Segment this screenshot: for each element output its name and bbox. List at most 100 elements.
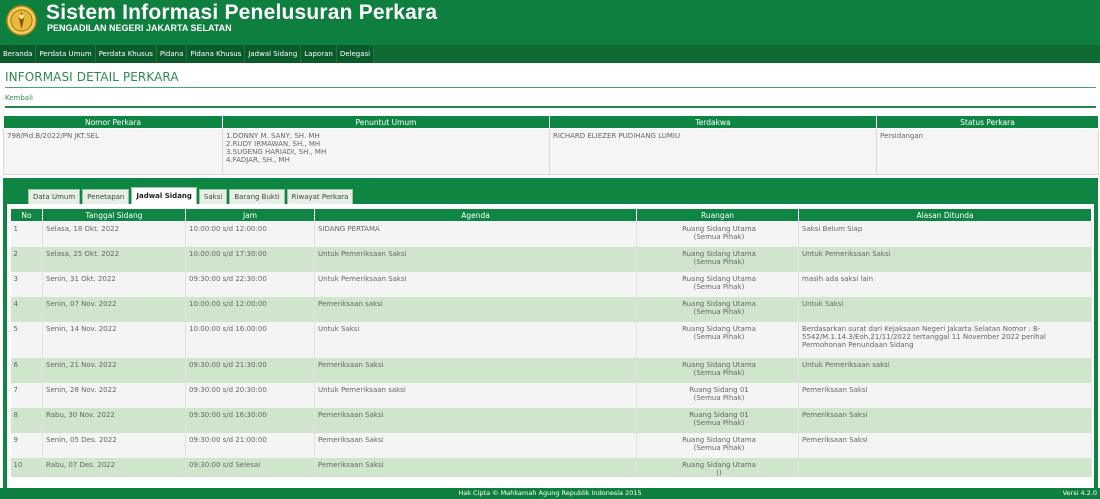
tab-jadwal-sidang[interactable]: Jadwal Sidang xyxy=(131,187,197,204)
room-parties: (Semua Pihak) xyxy=(693,332,745,341)
room-name: Ruang Sidang Utama xyxy=(682,460,756,469)
menu-perdata-umum[interactable]: Perdata Umum xyxy=(36,45,96,63)
row-no: 10 xyxy=(10,457,43,477)
alasan-text: Pemeriksaan Saksi xyxy=(802,435,868,444)
detail-tabs: Data Umum Penetapan Jadwal Sidang Saksi … xyxy=(28,187,355,204)
alasan-text: Untuk Pemeriksaan Saksi xyxy=(802,249,891,258)
court-emblem-icon xyxy=(6,5,37,36)
room-name: Ruang Sidang Utama xyxy=(682,299,756,308)
row-ruangan: Ruang Sidang Utama () xyxy=(636,457,799,477)
row-alasan: Untuk Pemeriksaan saksi xyxy=(798,357,1092,383)
row-jam: 09:30:00 s/d 16:30:00 xyxy=(185,407,315,433)
case-number: 798/Pid.B/2022/PN JKT.SEL xyxy=(3,128,223,175)
room-name: Ruang Sidang Utama xyxy=(682,274,756,283)
row-agenda: Untuk Saksi xyxy=(314,321,637,358)
tab-barang-bukti[interactable]: Barang Bukti xyxy=(229,189,285,204)
table-row: 8 Rabu, 30 Nov. 2022 09:30:00 s/d 16:30:… xyxy=(10,407,1092,433)
room-name: Ruang Sidang Utama xyxy=(682,225,756,233)
header-no: No xyxy=(10,208,43,222)
table-row: 1 Selasa, 18 Okt. 2022 10:00:00 s/d 12:0… xyxy=(10,221,1092,247)
row-ruangan: Ruang Sidang Utama (Semua Pihak) xyxy=(636,357,799,383)
menu-pidana[interactable]: Pidana xyxy=(157,45,188,63)
tab-riwayat-perkara[interactable]: Riwayat Perkara xyxy=(286,189,354,204)
row-ruangan: Ruang Sidang Utama (Semua Pihak) xyxy=(636,271,799,297)
prosecutor-list: 1.DONNY M. SANY, SH. MH 2.RUDY IRMAWAN, … xyxy=(222,128,550,175)
heading-divider xyxy=(5,87,1096,88)
room-parties: (Semua Pihak) xyxy=(693,282,745,291)
row-alasan: Berdasarkan surat dari Kejaksaan Negeri … xyxy=(798,321,1092,358)
menu-perdata-khusus[interactable]: Perdata Khusus xyxy=(96,45,157,63)
menu-pidana-khusus[interactable]: Pidana Khusus xyxy=(187,45,246,63)
tab-data-umum[interactable]: Data Umum xyxy=(28,189,81,204)
row-alasan: Pemeriksaan Saksi xyxy=(798,407,1092,433)
alasan-text: Pemeriksaan Saksi xyxy=(802,410,868,419)
row-no: 4 xyxy=(10,296,43,322)
row-no: 3 xyxy=(10,271,43,297)
menu-delegasi[interactable]: Delegasi xyxy=(337,45,375,63)
row-alasan: Untuk Pemeriksaan Saksi xyxy=(798,246,1092,272)
alasan-text: Pemeriksaan Saksi xyxy=(802,385,868,394)
table-row: 3 Senin, 31 Okt. 2022 09:30:00 s/d 22:30… xyxy=(10,271,1092,297)
header-agenda: Agenda xyxy=(314,208,637,222)
prosecutor-name: 1.DONNY M. SANY, SH. MH xyxy=(226,132,320,140)
room-parties: (Semua Pihak) xyxy=(693,368,745,377)
room-parties: () xyxy=(716,468,722,477)
table-row: 5 Senin, 14 Nov. 2022 10:00:00 s/d 16:00… xyxy=(10,321,1092,358)
schedule-header-row: No Tanggal Sidang Jam Agenda Ruangan Ala… xyxy=(10,208,1092,222)
menu-beranda[interactable]: Beranda xyxy=(0,45,37,63)
row-tanggal: Rabu, 07 Des. 2022 xyxy=(42,457,186,477)
row-no: 2 xyxy=(10,246,43,272)
court-name: PENGADILAN NEGERI JAKARTA SELATAN xyxy=(47,23,232,33)
row-tanggal: Senin, 07 Nov. 2022 xyxy=(42,296,186,322)
row-jam: 09:30:00 s/d 22:30:00 xyxy=(185,271,315,297)
row-ruangan: Ruang Sidang 01 (Semua Pihak) xyxy=(636,407,799,433)
row-tanggal: Selasa, 18 Okt. 2022 xyxy=(42,221,186,247)
row-tanggal: Senin, 28 Nov. 2022 xyxy=(42,382,186,408)
room-name: Ruang Sidang Utama xyxy=(682,249,756,258)
footer: Hak Cipta © Mahkamah Agung Republik Indo… xyxy=(0,488,1100,499)
header-jam: Jam xyxy=(185,208,315,222)
row-ruangan: Ruang Sidang Utama (Semua Pihak) xyxy=(636,321,799,358)
menu-laporan[interactable]: Laporan xyxy=(301,45,337,63)
tab-saksi[interactable]: Saksi xyxy=(198,189,228,204)
menu-jadwal-sidang[interactable]: Jadwal Sidang xyxy=(245,45,302,63)
row-agenda: Pemeriksaan Saksi xyxy=(314,357,637,383)
row-alasan: Pemeriksaan Saksi xyxy=(798,382,1092,408)
row-jam: 10:00:00 s/d 12:00:00 xyxy=(185,221,315,247)
row-tanggal: Senin, 31 Okt. 2022 xyxy=(42,271,186,297)
table-row: 10 Rabu, 07 Des. 2022 09:30:00 s/d Seles… xyxy=(10,457,1092,477)
app-title: Sistem Informasi Penelusuran Perkara xyxy=(46,1,438,24)
page-title: INFORMASI DETAIL PERKARA xyxy=(5,70,179,84)
room-name: Ruang Sidang Utama xyxy=(682,435,756,444)
room-parties: (Semua Pihak) xyxy=(693,233,745,241)
room-name: Ruang Sidang 01 xyxy=(689,410,749,419)
header-status-perkara: Status Perkara xyxy=(876,115,1099,129)
alasan-text: Untuk Pemeriksaan saksi xyxy=(802,360,890,369)
prosecutor-name: 2.RUDY IRMAWAN, SH., MH xyxy=(226,140,321,148)
row-ruangan: Ruang Sidang Utama (Semua Pihak) xyxy=(636,246,799,272)
prosecutor-name: 3.SUGENG HARIADI, SH., MH xyxy=(226,148,327,156)
tab-penetapan[interactable]: Penetapan xyxy=(82,189,130,204)
prosecutor-name: 4.FADJAR, SH., MH xyxy=(226,156,290,164)
room-parties: (Semua Pihak) xyxy=(693,393,745,402)
row-jam: 10:00:00 s/d 17:30:00 xyxy=(185,246,315,272)
row-agenda: Untuk Pemeriksaan Saksi xyxy=(314,271,637,297)
room-name: Ruang Sidang Utama xyxy=(682,360,756,369)
table-row: 7 Senin, 28 Nov. 2022 09:30:00 s/d 20:30… xyxy=(10,382,1092,408)
room-parties: (Semua Pihak) xyxy=(693,418,745,427)
row-tanggal: Senin, 21 Nov. 2022 xyxy=(42,357,186,383)
row-ruangan: Ruang Sidang Utama (Semua Pihak) xyxy=(636,296,799,322)
table-row: 9 Senin, 05 Des. 2022 09:30:00 s/d 21:00… xyxy=(10,432,1092,458)
case-detail-panel: Data Umum Penetapan Jadwal Sidang Saksi … xyxy=(3,178,1098,488)
alasan-text: 5542/M.1.14.3/Eoh.21/11/2022 tertanggal … xyxy=(802,332,1046,341)
room-name: Ruang Sidang Utama xyxy=(682,324,756,333)
row-jam: 09:30:00 s/d 21:30:00 xyxy=(185,357,315,383)
header-ruangan: Ruangan xyxy=(636,208,799,222)
row-tanggal: Senin, 14 Nov. 2022 xyxy=(42,321,186,358)
alasan-text: Saksi Belum Siap xyxy=(802,225,863,233)
case-info-row: 798/Pid.B/2022/PN JKT.SEL 1.DONNY M. SAN… xyxy=(3,128,1099,175)
alasan-text: Berdasarkan surat dari Kejaksaan Negeri … xyxy=(802,324,1041,333)
back-link[interactable]: Kembali xyxy=(5,94,33,102)
alasan-text: Untuk Saksi xyxy=(802,299,844,308)
main-menu: Beranda Perdata Umum Perdata Khusus Pida… xyxy=(0,45,375,63)
